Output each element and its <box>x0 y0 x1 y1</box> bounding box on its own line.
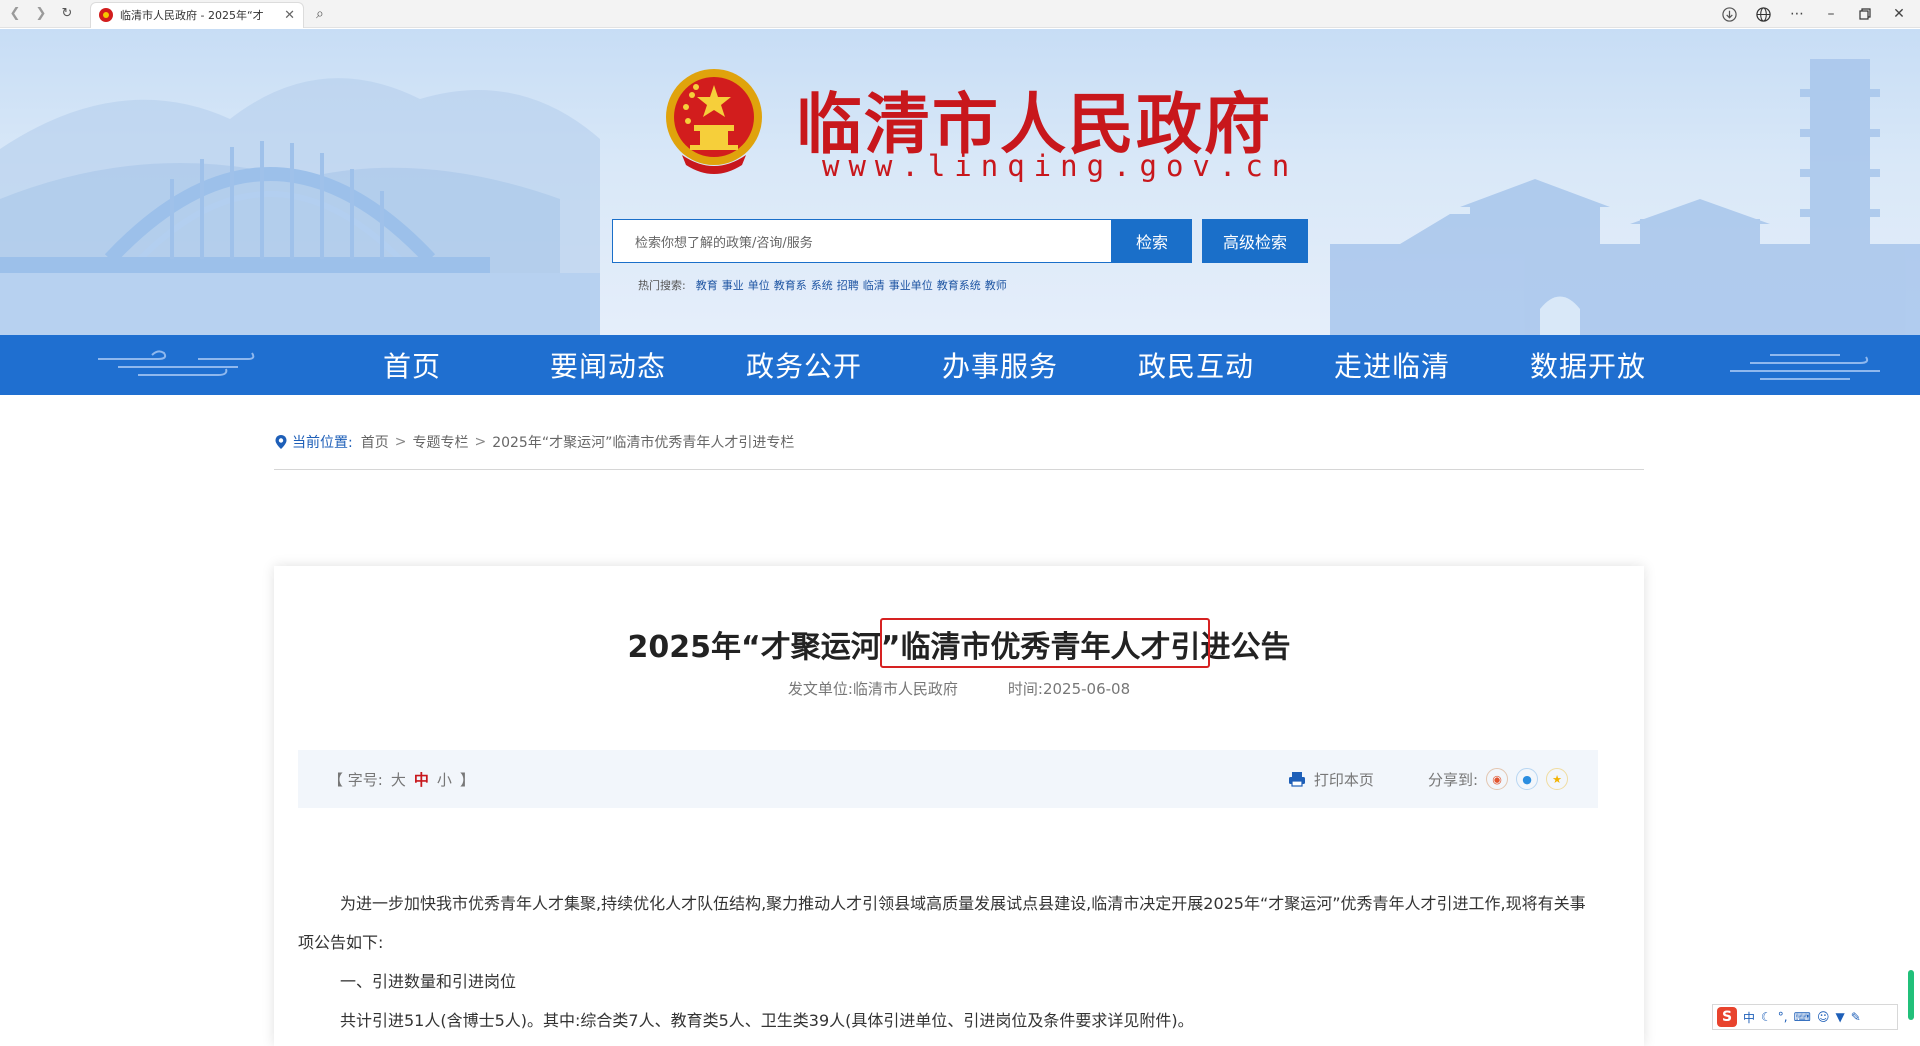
main-nav: 首页 要闻动态 政务公开 办事服务 政民互动 走进临清 数据开放 <box>0 335 1920 395</box>
close-icon[interactable]: ✕ <box>1888 3 1910 25</box>
moon-icon[interactable]: ☾ <box>1761 1010 1772 1024</box>
article-meta: 发文单位:临清市人民政府 时间:2025-06-08 <box>274 678 1644 699</box>
breadcrumb-current-label: 当前位置: <box>292 434 353 451</box>
tools-icon[interactable]: ✎ <box>1851 1010 1861 1024</box>
hot-search-item[interactable]: 事业单位 <box>889 277 933 293</box>
qzone-share-icon[interactable]: ★ <box>1546 768 1568 790</box>
article-toolbar: 【 字号: 大 中 小 】 打印本页 分享到: ◉ ● ★ <box>298 750 1598 808</box>
hot-search-list: 热门搜索: 教育 事业 单位 教育系 系统 招聘 临清 事业单位 教育系统 教师 <box>638 277 1007 293</box>
article-section-heading: 一、引进数量和引进岗位 <box>340 972 517 991</box>
more-icon[interactable]: ⋯ <box>1786 3 1808 25</box>
breadcrumb: 当前位置: 首页 > 专题专栏 > 2025年“才聚运河”临清市优秀青年人才引进… <box>274 432 1644 470</box>
minimize-icon[interactable]: – <box>1820 3 1842 25</box>
breadcrumb-separator: > <box>394 433 407 450</box>
font-size-large[interactable]: 大 <box>391 769 406 790</box>
font-size-small[interactable]: 小 <box>437 769 452 790</box>
search-button[interactable]: 检索 <box>1112 219 1192 263</box>
hot-search-item[interactable]: 单位 <box>748 277 770 293</box>
font-size-close: 】 <box>459 770 475 789</box>
hot-search-item[interactable]: 教师 <box>985 277 1007 293</box>
download-icon[interactable] <box>1718 3 1740 25</box>
nav-home[interactable]: 首页 <box>314 335 510 395</box>
hot-search-item[interactable]: 招聘 <box>837 277 859 293</box>
font-size-switcher: 【 字号: 大 中 小 】 <box>328 769 475 790</box>
nav-news[interactable]: 要闻动态 <box>510 335 706 395</box>
search-placeholder: 检索你想了解的政策/咨询/服务 <box>635 235 813 251</box>
skin-icon[interactable]: ▼ <box>1835 1010 1844 1024</box>
nav-interaction[interactable]: 政民互动 <box>1098 335 1294 395</box>
printer-icon <box>1288 772 1305 787</box>
tab-title: 临清市人民政府 - 2025年“才 <box>120 9 264 22</box>
article-date: 时间:2025-06-08 <box>1007 680 1131 698</box>
hot-search-item[interactable]: 临清 <box>863 277 885 293</box>
user-icon[interactable]: ☺ <box>1817 1010 1830 1024</box>
article-paragraph: 为进一步加快我市优秀青年人才集聚,持续优化人才队伍结构,聚力推动人才引领县域高质… <box>298 894 1586 952</box>
advanced-search-button[interactable]: 高级检索 <box>1202 219 1308 263</box>
punctuation-icon[interactable]: °, <box>1778 1010 1788 1024</box>
hot-search-item[interactable]: 教育 <box>696 277 718 293</box>
qq-share-icon[interactable]: ● <box>1516 768 1538 790</box>
breadcrumb-separator: > <box>474 433 487 450</box>
print-label: 打印本页 <box>1313 770 1374 789</box>
article-publisher: 发文单位:临清市人民政府 <box>787 680 958 698</box>
cloud-decoration-icon <box>98 350 255 376</box>
share-label: 分享到: <box>1427 770 1478 789</box>
hot-search-label: 热门搜索: <box>638 279 686 292</box>
article-card: 2025年“才聚运河”临清市优秀青年人才引进公告 发文单位:临清市人民政府 时间… <box>274 566 1644 1046</box>
sogou-logo-icon: S <box>1717 1007 1737 1027</box>
print-button[interactable]: 打印本页 <box>1288 769 1374 790</box>
breadcrumb-special-topics[interactable]: 专题专栏 <box>412 432 468 452</box>
search-input[interactable]: 检索你想了解的政策/咨询/服务 <box>612 219 1112 263</box>
globe-icon[interactable] <box>1752 3 1774 25</box>
hot-search-item[interactable]: 事业 <box>722 277 744 293</box>
hot-search-item[interactable]: 教育系统 <box>937 277 981 293</box>
cloud-decoration-icon <box>1730 354 1880 380</box>
breadcrumb-talent-column[interactable]: 2025年“才聚运河”临清市优秀青年人才引进专栏 <box>492 432 794 452</box>
article-title: 2025年“才聚运河”临清市优秀青年人才引进公告 <box>627 630 1291 665</box>
nav-open-data[interactable]: 数据开放 <box>1490 335 1686 395</box>
hot-search-item[interactable]: 系统 <box>811 277 833 293</box>
scroll-indicator <box>1908 970 1914 1020</box>
ime-mode[interactable]: 中 <box>1743 1009 1755 1026</box>
forward-icon[interactable]: ❯ <box>30 3 52 25</box>
location-pin-icon <box>275 434 287 449</box>
national-emblem-icon <box>666 69 762 174</box>
back-icon[interactable]: ❮ <box>4 3 26 25</box>
ime-toolbar[interactable]: S 中 ☾ °, ⌨ ☺ ▼ ✎ <box>1712 1004 1898 1030</box>
share-group: 分享到: ◉ ● ★ <box>1428 768 1568 790</box>
search-icon[interactable]: ⌕ <box>316 6 324 22</box>
nav-services[interactable]: 办事服务 <box>902 335 1098 395</box>
keyboard-icon[interactable]: ⌨ <box>1794 1010 1811 1024</box>
browser-toolbar: ❮ ❯ ↻ 临清市人民政府 - 2025年“才 ✕ ⌕ ⋯ – ✕ <box>0 0 1920 28</box>
nav-gov-affairs[interactable]: 政务公开 <box>706 335 902 395</box>
restore-icon[interactable] <box>1854 3 1876 25</box>
article-body: 为进一步加快我市优秀青年人才集聚,持续优化人才队伍结构,聚力推动人才引领县域高质… <box>298 884 1598 1040</box>
browser-tab[interactable]: 临清市人民政府 - 2025年“才 ✕ <box>90 1 304 28</box>
tab-close-icon[interactable]: ✕ <box>284 8 295 23</box>
hot-search-item[interactable]: 教育系 <box>774 277 807 293</box>
emblem-favicon-icon <box>99 8 113 22</box>
font-size-label: 【 字号: <box>328 770 383 789</box>
font-size-medium[interactable]: 中 <box>414 769 429 790</box>
reload-icon[interactable]: ↻ <box>56 3 78 25</box>
site-url: www.linqing.gov.cn <box>822 149 1299 183</box>
article-paragraph: 共计引进51人(含博士5人)。其中:综合类7人、教育类5人、卫生类39人(具体引… <box>340 1011 1194 1030</box>
breadcrumb-home[interactable]: 首页 <box>361 432 389 452</box>
nav-about-linqing[interactable]: 走进临清 <box>1294 335 1490 395</box>
weibo-share-icon[interactable]: ◉ <box>1486 768 1508 790</box>
site-header-banner: 临清市人民政府 www.linqing.gov.cn 检索你想了解的政策/咨询/… <box>0 29 1920 335</box>
